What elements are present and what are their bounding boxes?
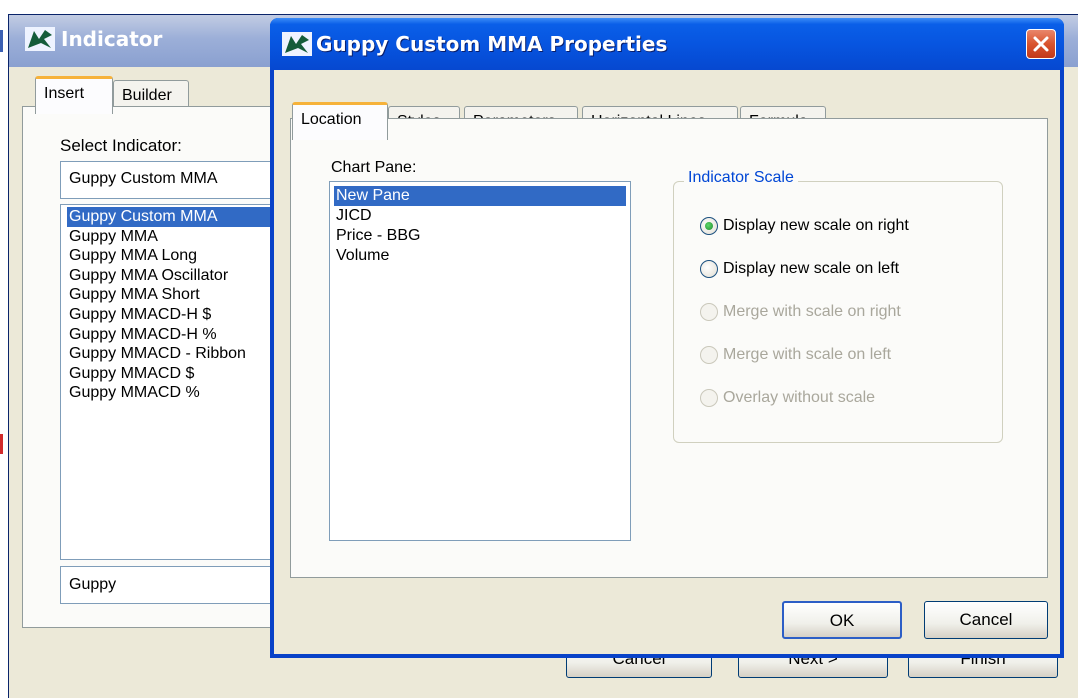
ok-button-label: OK (829, 611, 855, 630)
tab-builder-label: Builder (122, 87, 172, 104)
close-icon (1033, 36, 1049, 52)
radio-icon (700, 389, 718, 407)
tab-location[interactable]: Location (292, 102, 388, 140)
close-button[interactable] (1026, 29, 1056, 59)
properties-client-area: Location Styles Parameters Horizontal Li… (274, 70, 1060, 654)
indicator-title: Indicator (61, 27, 163, 51)
radio-merge-right: Merge with scale on right (700, 300, 901, 324)
list-item[interactable]: Volume (330, 246, 630, 266)
location-tab-panel: Chart Pane: New Pane JICD Price - BBG Vo… (290, 118, 1048, 578)
select-indicator-label: Select Indicator: (60, 136, 182, 155)
ok-button[interactable]: OK (782, 601, 902, 639)
app-logo-icon (25, 27, 55, 51)
radio-scale-left[interactable]: Display new scale on left (700, 257, 899, 281)
indicator-scale-group: Indicator Scale Display new scale on rig… (673, 169, 1003, 443)
dialog-cancel-button-label: Cancel (959, 610, 1013, 629)
list-item[interactable]: New Pane (334, 186, 626, 206)
radio-icon (700, 303, 718, 321)
indicator-scale-title: Indicator Scale (684, 169, 798, 187)
radio-label: Merge with scale on right (723, 303, 901, 320)
chart-pane-list[interactable]: New Pane JICD Price - BBG Volume (329, 181, 631, 541)
tab-location-label: Location (301, 111, 362, 128)
dialog-cancel-button[interactable]: Cancel (924, 601, 1048, 639)
tab-insert-label: Insert (44, 85, 85, 102)
radio-label: Overlay without scale (723, 389, 876, 406)
properties-dialog: Guppy Custom MMA Properties Location Sty… (270, 18, 1064, 658)
edge-mark-red (0, 434, 3, 454)
screen: Indicator Insert Builder Select Indicato… (0, 0, 1080, 698)
radio-label: Display new scale on right (723, 217, 909, 234)
chart-pane-label: Chart Pane: (331, 159, 417, 176)
edge-mark-blue (0, 30, 3, 52)
properties-title: Guppy Custom MMA Properties (316, 32, 668, 56)
radio-icon (700, 260, 718, 278)
radio-scale-right[interactable]: Display new scale on right (700, 214, 909, 238)
properties-title-bar[interactable]: Guppy Custom MMA Properties (270, 18, 1064, 70)
tab-insert[interactable]: Insert (35, 76, 113, 114)
radio-overlay: Overlay without scale (700, 386, 875, 410)
radio-icon (700, 346, 718, 364)
radio-label: Merge with scale on left (723, 346, 892, 363)
radio-merge-left: Merge with scale on left (700, 343, 891, 367)
radio-label: Display new scale on left (723, 260, 900, 277)
list-item[interactable]: JICD (330, 206, 630, 226)
radio-icon (700, 217, 718, 235)
app-logo-icon (282, 32, 312, 56)
list-item[interactable]: Price - BBG (330, 226, 630, 246)
